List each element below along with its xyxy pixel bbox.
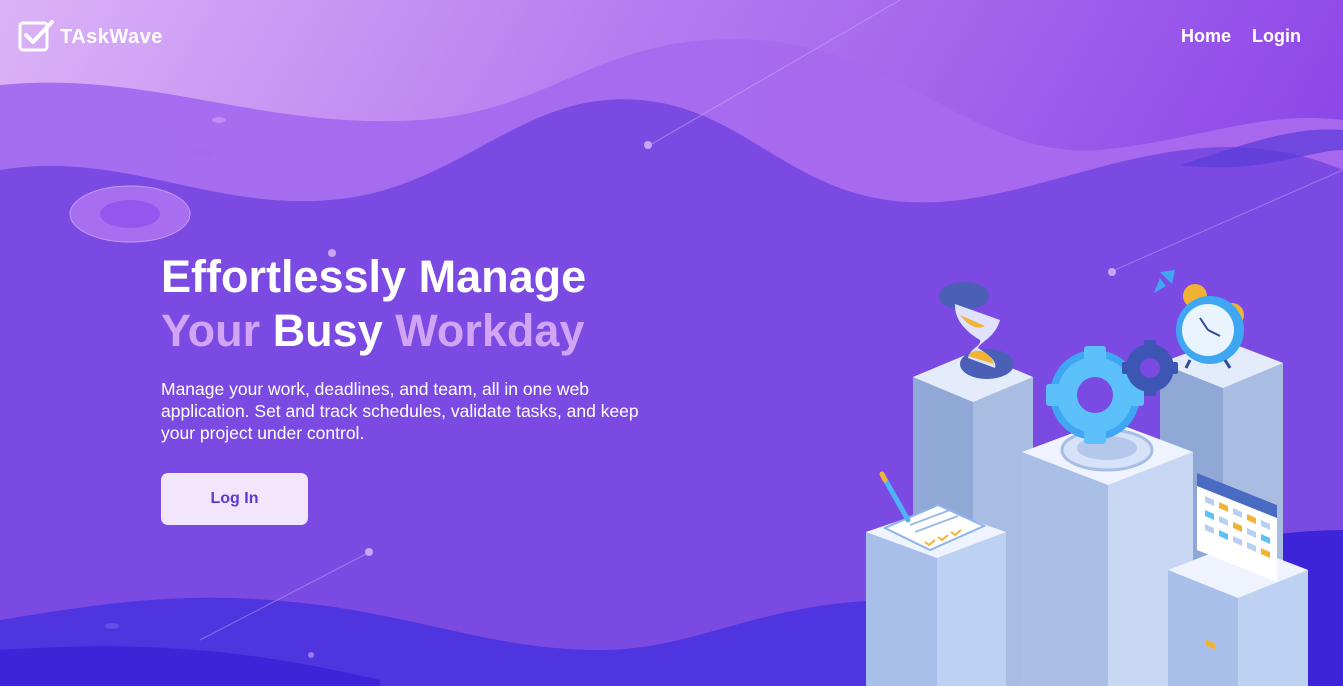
nav-home-link[interactable]: Home xyxy=(1181,26,1231,47)
site-header: TAskWave Home Login xyxy=(0,0,1343,70)
hero-heading-word-busy: Busy xyxy=(272,305,383,356)
top-nav: Home Login xyxy=(1181,26,1301,47)
hero-heading-word-workday: Workday xyxy=(395,305,585,356)
hero-description: Manage your work, deadlines, and team, a… xyxy=(161,379,639,443)
hero-section: Effortlessly Manage Your Busy Workday Ma… xyxy=(161,250,721,444)
pencil-icon xyxy=(879,471,911,523)
hero-heading: Effortlessly Manage Your Busy Workday xyxy=(161,250,721,358)
login-button[interactable]: Log In xyxy=(161,473,308,525)
brand-name: TAskWave xyxy=(60,26,163,48)
pillar-center xyxy=(1022,420,1193,686)
checkbox-icon xyxy=(18,18,54,57)
nav-login-link[interactable]: Login xyxy=(1252,26,1301,47)
productivity-illustration xyxy=(866,270,1308,686)
brand-logo[interactable]: TAskWave xyxy=(18,18,163,57)
hero-heading-line1: Effortlessly Manage xyxy=(161,251,587,302)
hero-heading-word-your: Your xyxy=(161,305,261,356)
